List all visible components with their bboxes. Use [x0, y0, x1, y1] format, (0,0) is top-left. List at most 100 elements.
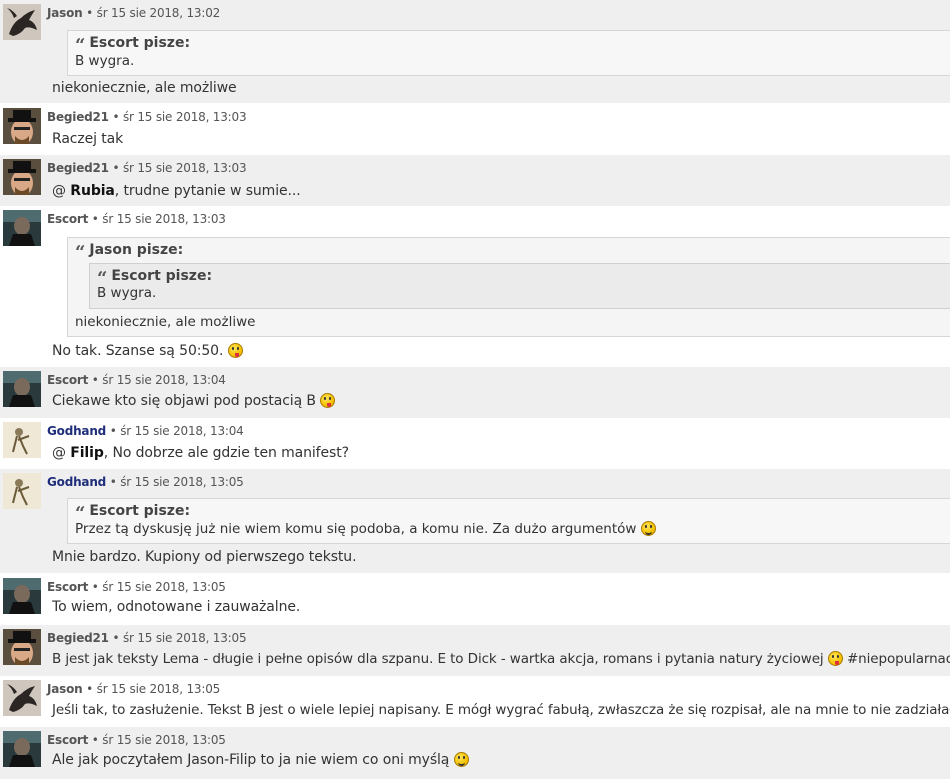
- quote-icon: “: [75, 503, 86, 524]
- post-meta: Godhand • śr 15 sie 2018, 13:04: [47, 424, 244, 438]
- post: Begied21 • śr 15 sie 2018, 13:03 Raczej …: [0, 104, 950, 155]
- username[interactable]: Escort: [47, 733, 88, 747]
- quote-icon: “: [75, 242, 86, 263]
- post-meta: Escort • śr 15 sie 2018, 13:03: [47, 212, 226, 226]
- avatar-jason[interactable]: [3, 4, 41, 40]
- username[interactable]: Begied21: [47, 110, 109, 124]
- quote-author: Escort pisze:: [89, 503, 191, 519]
- post: Godhand • śr 15 sie 2018, 13:04 @ Filip,…: [0, 418, 950, 469]
- nested-quote-block: “Escort pisze: B wygra.: [89, 263, 950, 309]
- quote-header: “Escort pisze:: [75, 503, 191, 524]
- post-meta: Escort • śr 15 sie 2018, 13:04: [47, 373, 226, 387]
- separator: •: [86, 6, 94, 20]
- post-content: Ale jak poczytałem Jason-Filip to ja nie…: [52, 752, 469, 768]
- post-meta: Jason • śr 15 sie 2018, 13:05: [47, 682, 220, 696]
- username[interactable]: Jason: [47, 6, 83, 20]
- post-content: Ciekawe kto się objawi pod postacią B: [52, 393, 336, 409]
- username[interactable]: Begied21: [47, 631, 109, 645]
- post-meta: Jason • śr 15 sie 2018, 13:02: [47, 6, 220, 20]
- separator: •: [91, 733, 99, 747]
- quote-text: niekoniecznie, ale możliwe: [75, 314, 256, 330]
- mention-link[interactable]: Rubia: [70, 183, 115, 199]
- avatar-godhand[interactable]: [3, 473, 41, 509]
- post-date: śr 15 sie 2018, 13:05: [102, 580, 226, 594]
- username[interactable]: Godhand: [47, 475, 106, 489]
- post-meta: Begied21 • śr 15 sie 2018, 13:05: [47, 631, 247, 645]
- post-content: Mnie bardzo. Kupiony od pierwszego tekst…: [52, 549, 357, 565]
- separator: •: [109, 424, 117, 438]
- post-text: , No dobrze ale gdzie ten manifest?: [103, 445, 349, 461]
- post-date: śr 15 sie 2018, 13:05: [122, 631, 247, 645]
- tongue-smiley-icon: [827, 651, 843, 666]
- post-date: śr 15 sie 2018, 13:05: [120, 475, 244, 489]
- username[interactable]: Escort: [47, 580, 88, 594]
- avatar-begied21[interactable]: [3, 629, 41, 665]
- mention-link[interactable]: Filip: [70, 445, 104, 461]
- post-meta: Godhand • śr 15 sie 2018, 13:05: [47, 475, 244, 489]
- post-text: Ciekawe kto się objawi pod postacią B: [52, 393, 316, 409]
- separator: •: [91, 580, 99, 594]
- separator: •: [112, 161, 120, 175]
- quote-author: Escort pisze:: [89, 35, 191, 51]
- avatar-begied21[interactable]: [3, 108, 41, 144]
- post-date: śr 15 sie 2018, 13:02: [96, 6, 221, 20]
- avatar-begied21[interactable]: [3, 159, 41, 195]
- post-date: śr 15 sie 2018, 13:03: [122, 110, 247, 124]
- separator: •: [91, 373, 99, 387]
- username[interactable]: Escort: [47, 373, 88, 387]
- username[interactable]: Godhand: [47, 424, 106, 438]
- post-date: śr 15 sie 2018, 13:04: [102, 373, 226, 387]
- post-meta: Escort • śr 15 sie 2018, 13:05: [47, 580, 226, 594]
- quote-icon: “: [75, 35, 86, 56]
- post: Escort • śr 15 sie 2018, 13:03 “Jason pi…: [0, 206, 950, 366]
- username[interactable]: Jason: [47, 682, 83, 696]
- avatar-escort[interactable]: [3, 578, 41, 614]
- quote-author: Jason pisze:: [89, 242, 184, 258]
- quote-header: “Jason pisze:: [75, 242, 184, 263]
- quote-block: “Escort pisze: B wygra.: [67, 30, 950, 76]
- quote-text: Przez tą dyskusję już nie wiem komu się …: [75, 521, 656, 537]
- username[interactable]: Escort: [47, 212, 88, 226]
- post-content: @ Rubia, trudne pytanie w sumie...: [52, 183, 301, 199]
- avatar-escort[interactable]: [3, 731, 41, 767]
- post-text: , trudne pytanie w sumie...: [114, 183, 301, 199]
- separator: •: [109, 475, 117, 489]
- post-content: @ Filip, No dobrze ale gdzie ten manifes…: [52, 445, 349, 461]
- avatar-godhand[interactable]: [3, 422, 41, 458]
- grin-smiley-icon: [453, 752, 469, 767]
- post-text: Ale jak poczytałem Jason-Filip to ja nie…: [52, 752, 450, 768]
- mention-prefix: @: [52, 183, 71, 199]
- grin-smiley-icon: [640, 521, 656, 536]
- post-date: śr 15 sie 2018, 13:04: [120, 424, 244, 438]
- quote-icon: “: [97, 268, 108, 289]
- post-meta: Escort • śr 15 sie 2018, 13:05: [47, 733, 226, 747]
- username[interactable]: Begied21: [47, 161, 109, 175]
- post: Escort • śr 15 sie 2018, 13:04 Ciekawe k…: [0, 367, 950, 418]
- post: Godhand • śr 15 sie 2018, 13:05 “Escort …: [0, 469, 950, 573]
- quote-author: Escort pisze:: [111, 268, 213, 284]
- post-content: Raczej tak: [52, 131, 124, 147]
- post-meta: Begied21 • śr 15 sie 2018, 13:03: [47, 110, 247, 124]
- post-content: No tak. Szanse są 50:50.: [52, 343, 243, 359]
- post-content: niekoniecznie, ale możliwe: [52, 80, 237, 96]
- post: Begied21 • śr 15 sie 2018, 13:05 B jest …: [0, 625, 950, 676]
- post: Jason • śr 15 sie 2018, 13:05 Jeśli tak,…: [0, 676, 950, 727]
- tongue-smiley-icon: [320, 393, 336, 408]
- post-content: B jest jak teksty Lema - długie i pełne …: [52, 651, 950, 667]
- mention-prefix: @: [52, 445, 71, 461]
- post: Escort • śr 15 sie 2018, 13:05 Ale jak p…: [0, 727, 950, 779]
- separator: •: [91, 212, 99, 226]
- quote-text-content: Przez tą dyskusję już nie wiem komu się …: [75, 521, 637, 537]
- post-date: śr 15 sie 2018, 13:03: [102, 212, 226, 226]
- post: Escort • śr 15 sie 2018, 13:05 To wiem, …: [0, 574, 950, 625]
- post-date: śr 15 sie 2018, 13:05: [96, 682, 221, 696]
- avatar-jason[interactable]: [3, 680, 41, 716]
- post-text: No tak. Szanse są 50:50.: [52, 343, 224, 359]
- separator: •: [86, 682, 94, 696]
- quote-text: B wygra.: [75, 53, 135, 69]
- avatar-escort[interactable]: [3, 371, 41, 407]
- quote-header: “Escort pisze:: [97, 268, 213, 289]
- hashtag: #niepopularnaopinia: [846, 651, 950, 667]
- avatar-escort[interactable]: [3, 210, 41, 246]
- post-content: To wiem, odnotowane i zauważalne.: [52, 599, 301, 615]
